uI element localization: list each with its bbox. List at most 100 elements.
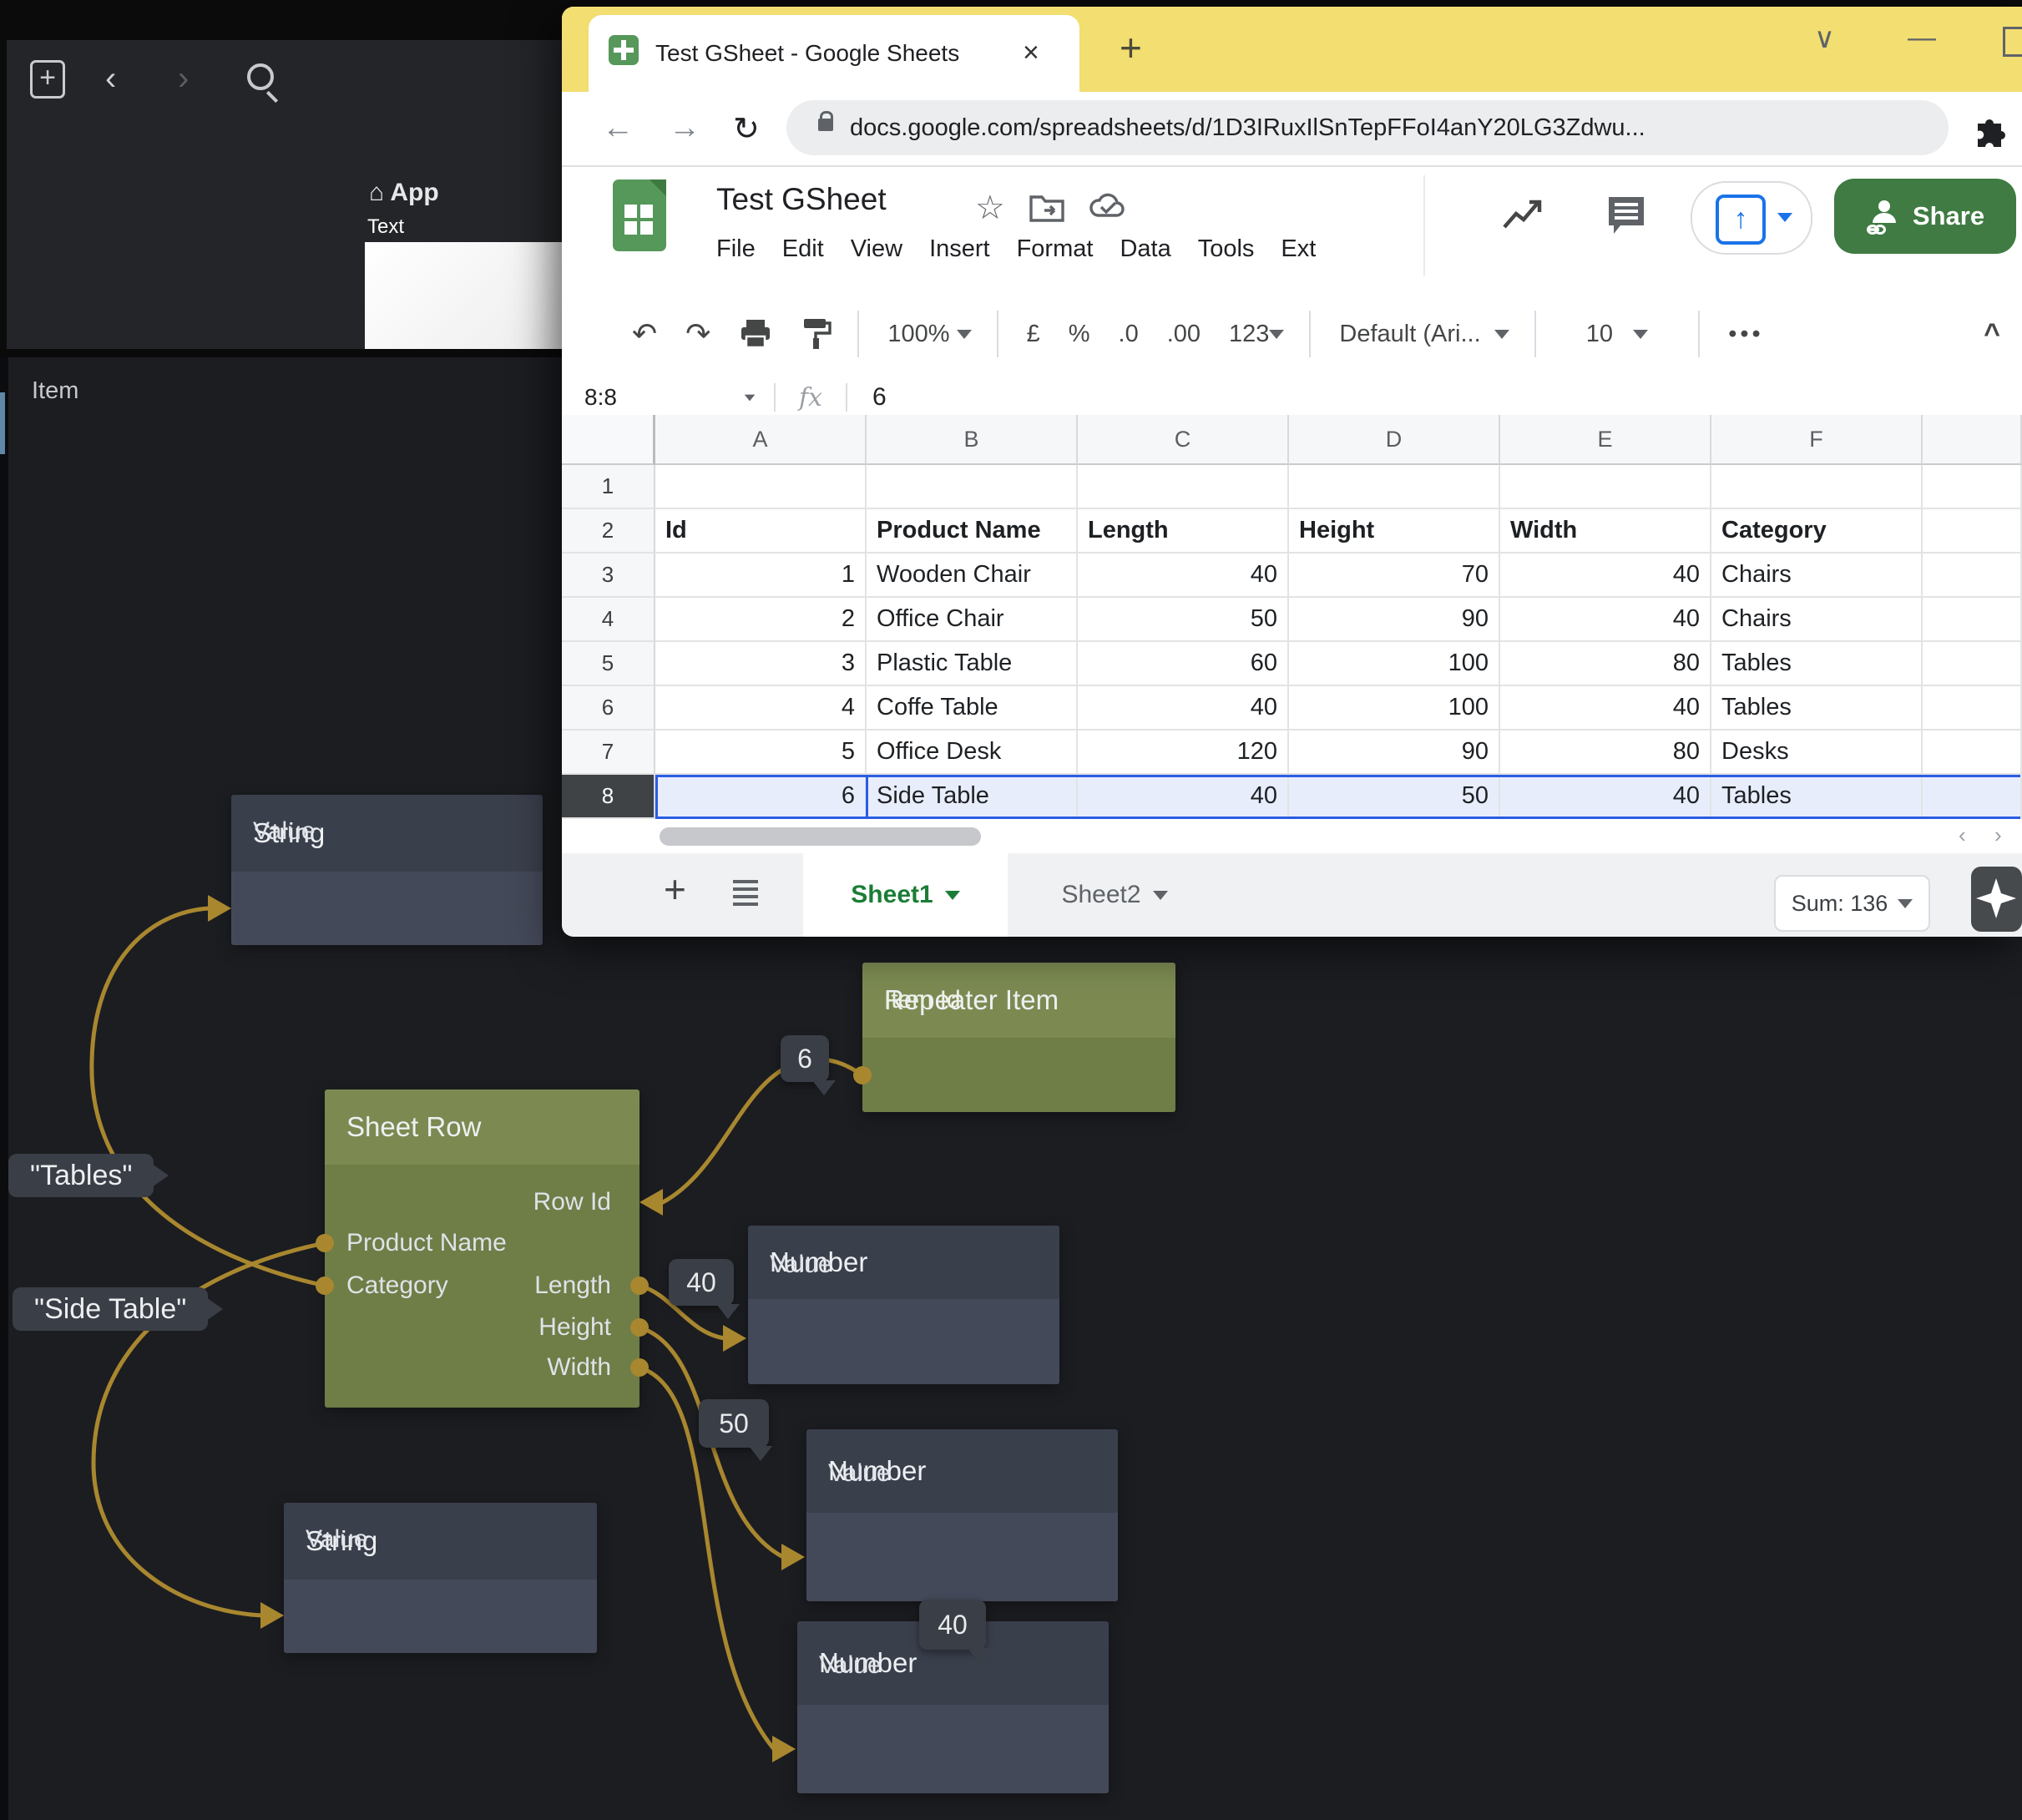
row-header-1[interactable]: 1 <box>562 465 655 509</box>
menu-item-view[interactable]: View <box>851 235 902 263</box>
scroll-left-icon[interactable]: ‹ <box>1959 822 1966 848</box>
port-label-height[interactable]: Height <box>538 1307 611 1348</box>
row-header-7[interactable]: 7 <box>562 731 655 775</box>
cell[interactable]: 80 <box>1500 642 1711 686</box>
node-repeater-item[interactable]: Repeater Item Item Id <box>862 963 1175 1112</box>
cell[interactable]: Tables <box>1711 642 1923 686</box>
row-header-2[interactable]: 2 <box>562 509 655 554</box>
port-label-product-name[interactable]: Product Name <box>346 1222 507 1264</box>
collapse-toolbar-icon[interactable]: ^ <box>1984 318 2000 351</box>
star-doc-icon[interactable]: ☆ <box>975 189 1005 227</box>
font-size-select[interactable]: 10 <box>1586 321 1648 348</box>
zoom-select[interactable]: 100% <box>887 321 971 348</box>
node-sheet-row[interactable]: Sheet Row Row Id Product Name Category L… <box>325 1089 639 1408</box>
cell[interactable]: Tables <box>1711 775 1923 819</box>
cell[interactable] <box>1923 642 2022 686</box>
port-label-value[interactable]: Value <box>306 1519 368 1560</box>
text-widget-preview[interactable] <box>365 242 574 349</box>
percent-format-button[interactable]: % <box>1069 321 1090 348</box>
port-label-value[interactable]: Value <box>770 1244 832 1286</box>
cell[interactable] <box>1923 686 2022 731</box>
window-restore-icon[interactable]: ∨ <box>1814 22 1835 55</box>
formula-input[interactable]: 6 <box>872 383 887 412</box>
menu-item-file[interactable]: File <box>716 235 756 263</box>
close-tab-icon[interactable]: × <box>1023 37 1039 69</box>
cell[interactable] <box>1923 465 2022 509</box>
window-maximize-icon[interactable] <box>2003 27 2022 57</box>
port-label-length[interactable]: Length <box>534 1265 611 1307</box>
explore-button[interactable] <box>1971 867 2022 932</box>
cell[interactable]: Product Name <box>867 509 1078 554</box>
cell[interactable]: 60 <box>1078 642 1289 686</box>
cell[interactable]: 100 <box>1289 642 1500 686</box>
back-icon[interactable]: ‹ <box>105 60 116 97</box>
cell[interactable]: 5 <box>655 731 867 775</box>
cell[interactable]: 90 <box>1289 731 1500 775</box>
cell[interactable] <box>1923 731 2022 775</box>
cell[interactable]: 40 <box>1500 686 1711 731</box>
cell[interactable] <box>867 465 1078 509</box>
cell[interactable]: Wooden Chair <box>867 554 1078 598</box>
menu-item-format[interactable]: Format <box>1017 235 1094 263</box>
cell[interactable]: Tables <box>1711 686 1923 731</box>
cell[interactable]: Chairs <box>1711 598 1923 642</box>
menu-item-tools[interactable]: Tools <box>1198 235 1255 263</box>
cell[interactable]: 50 <box>1289 775 1500 819</box>
cell[interactable]: 6 <box>655 775 867 819</box>
column-header-F[interactable]: F <box>1711 415 1923 465</box>
cell[interactable]: 4 <box>655 686 867 731</box>
nav-forward-icon[interactable]: → <box>669 110 700 146</box>
cell[interactable] <box>655 465 867 509</box>
menu-item-insert[interactable]: Insert <box>929 235 990 263</box>
cell[interactable]: 40 <box>1500 598 1711 642</box>
port-item-id[interactable] <box>853 1066 872 1084</box>
present-button[interactable]: ↑ <box>1691 181 1812 255</box>
port-label-value[interactable]: Value <box>819 1645 882 1686</box>
comment-icon[interactable] <box>1605 194 1647 237</box>
row-header-6[interactable]: 6 <box>562 686 655 731</box>
more-formats-button[interactable]: 123 <box>1229 321 1284 348</box>
cell[interactable] <box>1289 465 1500 509</box>
grid-corner[interactable] <box>562 415 655 465</box>
column-header-D[interactable]: D <box>1289 415 1500 465</box>
nav-back-icon[interactable]: ← <box>602 110 634 146</box>
cell[interactable]: Category <box>1711 509 1923 554</box>
port-label-row-id[interactable]: Row Id <box>533 1181 611 1223</box>
decrease-decimals-button[interactable]: .0 <box>1119 321 1139 348</box>
menu-item-edit[interactable]: Edit <box>782 235 824 263</box>
undo-icon[interactable]: ↶ <box>632 316 657 351</box>
all-sheets-icon[interactable] <box>733 880 758 883</box>
cell[interactable]: 120 <box>1078 731 1289 775</box>
cell[interactable] <box>1923 554 2022 598</box>
cell[interactable]: Height <box>1289 509 1500 554</box>
window-minimize-icon[interactable]: — <box>1908 22 1936 54</box>
home-breadcrumb[interactable]: ⌂ App <box>369 179 439 207</box>
forward-icon[interactable]: › <box>178 60 189 97</box>
port-label-item-id[interactable]: Item Id <box>884 979 961 1021</box>
column-header-B[interactable]: B <box>867 415 1078 465</box>
port-height[interactable] <box>630 1318 649 1337</box>
cell[interactable] <box>1711 465 1923 509</box>
name-box-caret-icon[interactable] <box>745 394 756 401</box>
cell[interactable]: 40 <box>1500 554 1711 598</box>
node-number-1[interactable]: Number Value <box>748 1226 1059 1384</box>
cell[interactable] <box>1923 598 2022 642</box>
spreadsheet-grid[interactable]: ABCDEF 12IdProduct NameLengthHeightWidth… <box>562 415 2022 819</box>
currency-format-button[interactable]: £ <box>1027 321 1040 348</box>
node-string-1[interactable]: String Value <box>231 795 543 945</box>
column-header-C[interactable]: C <box>1078 415 1289 465</box>
doc-title[interactable]: Test GSheet <box>716 182 887 217</box>
column-header-partial[interactable] <box>1923 415 2022 465</box>
cell[interactable]: 40 <box>1078 554 1289 598</box>
url-text[interactable]: docs.google.com/spreadsheets/d/1D3IRuxIl… <box>850 100 1645 155</box>
cell[interactable]: 50 <box>1078 598 1289 642</box>
add-node-icon[interactable]: + <box>30 60 65 99</box>
redo-icon[interactable]: ↷ <box>685 316 710 351</box>
cell[interactable]: 40 <box>1078 775 1289 819</box>
node-string-2[interactable]: String Value <box>284 1503 597 1653</box>
browser-tab[interactable]: Test GSheet - Google Sheets × <box>589 15 1079 92</box>
port-label-value[interactable]: Value <box>828 1453 891 1494</box>
cell[interactable]: 100 <box>1289 686 1500 731</box>
more-toolbar-button[interactable]: ••• <box>1728 321 1763 348</box>
stats-icon[interactable] <box>1501 197 1544 234</box>
